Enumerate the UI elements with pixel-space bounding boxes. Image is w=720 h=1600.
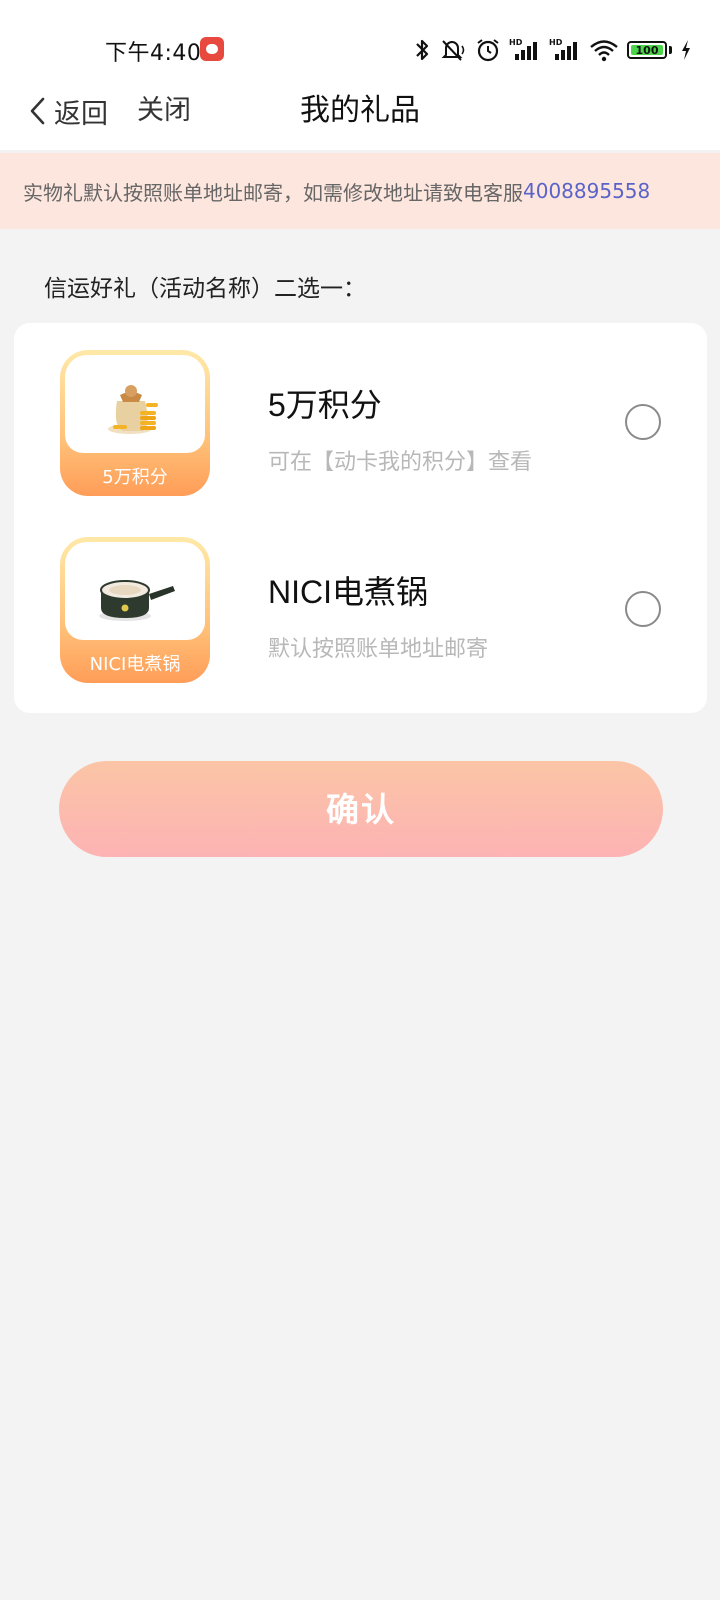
- alarm-icon: [477, 39, 499, 62]
- electric-pot-image: [65, 542, 205, 640]
- thumbnail-caption: 5万积分: [102, 467, 168, 488]
- wifi-icon: [590, 40, 618, 62]
- confirm-button[interactable]: 确认: [59, 761, 663, 857]
- back-button[interactable]: 返回: [28, 91, 108, 131]
- electric-pot-illustration: [99, 580, 175, 621]
- close-button[interactable]: 关闭: [137, 91, 191, 131]
- hd-signal-icon: HD: [549, 38, 577, 60]
- notice-text: 实物礼默认按照账单地址邮寄，如需修改地址请致电客服: [23, 180, 523, 205]
- thumbnail-caption: NICI电煮锅: [89, 654, 181, 675]
- gift-description: 默认按照账单地址邮寄: [268, 637, 489, 662]
- status-icons: HD HD 100: [413, 35, 692, 65]
- mute-icon: [441, 40, 465, 61]
- section-label: 信运好礼（活动名称）二选一：: [44, 276, 366, 302]
- gift-thumbnail: 5万积分: [60, 350, 210, 496]
- coin-bag-illustration: [108, 385, 158, 434]
- svg-text:HD: HD: [509, 38, 523, 47]
- customer-service-phone-link[interactable]: 4008895558: [523, 179, 650, 203]
- page-title: 我的礼品: [300, 93, 420, 128]
- gift-name: NICI电煮锅: [268, 574, 429, 610]
- battery-icon: 100: [627, 41, 667, 59]
- gift-radio-button[interactable]: [625, 404, 661, 440]
- gift-description: 可在【动卡我的积分】查看: [268, 450, 533, 475]
- gift-radio-button[interactable]: [625, 591, 661, 627]
- charging-icon: [682, 40, 690, 60]
- coin-bag-image: [65, 355, 205, 453]
- gift-name: 5万积分: [268, 387, 382, 423]
- chevron-left-icon: [30, 97, 45, 125]
- nav-bar: 返回 关闭 我的礼品: [0, 75, 720, 150]
- back-label: 返回: [54, 98, 108, 130]
- battery-level: 100: [635, 43, 659, 57]
- gift-options-card: 5万积分 5万积分 可在【动卡我的积分】查看 NICI电煮锅 NICI电煮锅 默…: [14, 323, 707, 713]
- gift-option-pot[interactable]: NICI电煮锅 NICI电煮锅 默认按照账单地址邮寄: [14, 537, 707, 687]
- bluetooth-icon: [416, 39, 429, 61]
- hd-signal-icon: HD: [509, 38, 537, 60]
- status-time: 下午4:40: [105, 41, 202, 66]
- status-bar: 下午4:40 HD HD 100: [0, 0, 720, 75]
- gift-option-points[interactable]: 5万积分 5万积分 可在【动卡我的积分】查看: [14, 350, 707, 500]
- app-notification-icon: [200, 37, 224, 61]
- battery-cap: [669, 46, 672, 54]
- address-notice: 实物礼默认按照账单地址邮寄，如需修改地址请致电客服 4008895558: [0, 153, 720, 229]
- gift-thumbnail: NICI电煮锅: [60, 537, 210, 683]
- svg-text:HD: HD: [549, 38, 563, 47]
